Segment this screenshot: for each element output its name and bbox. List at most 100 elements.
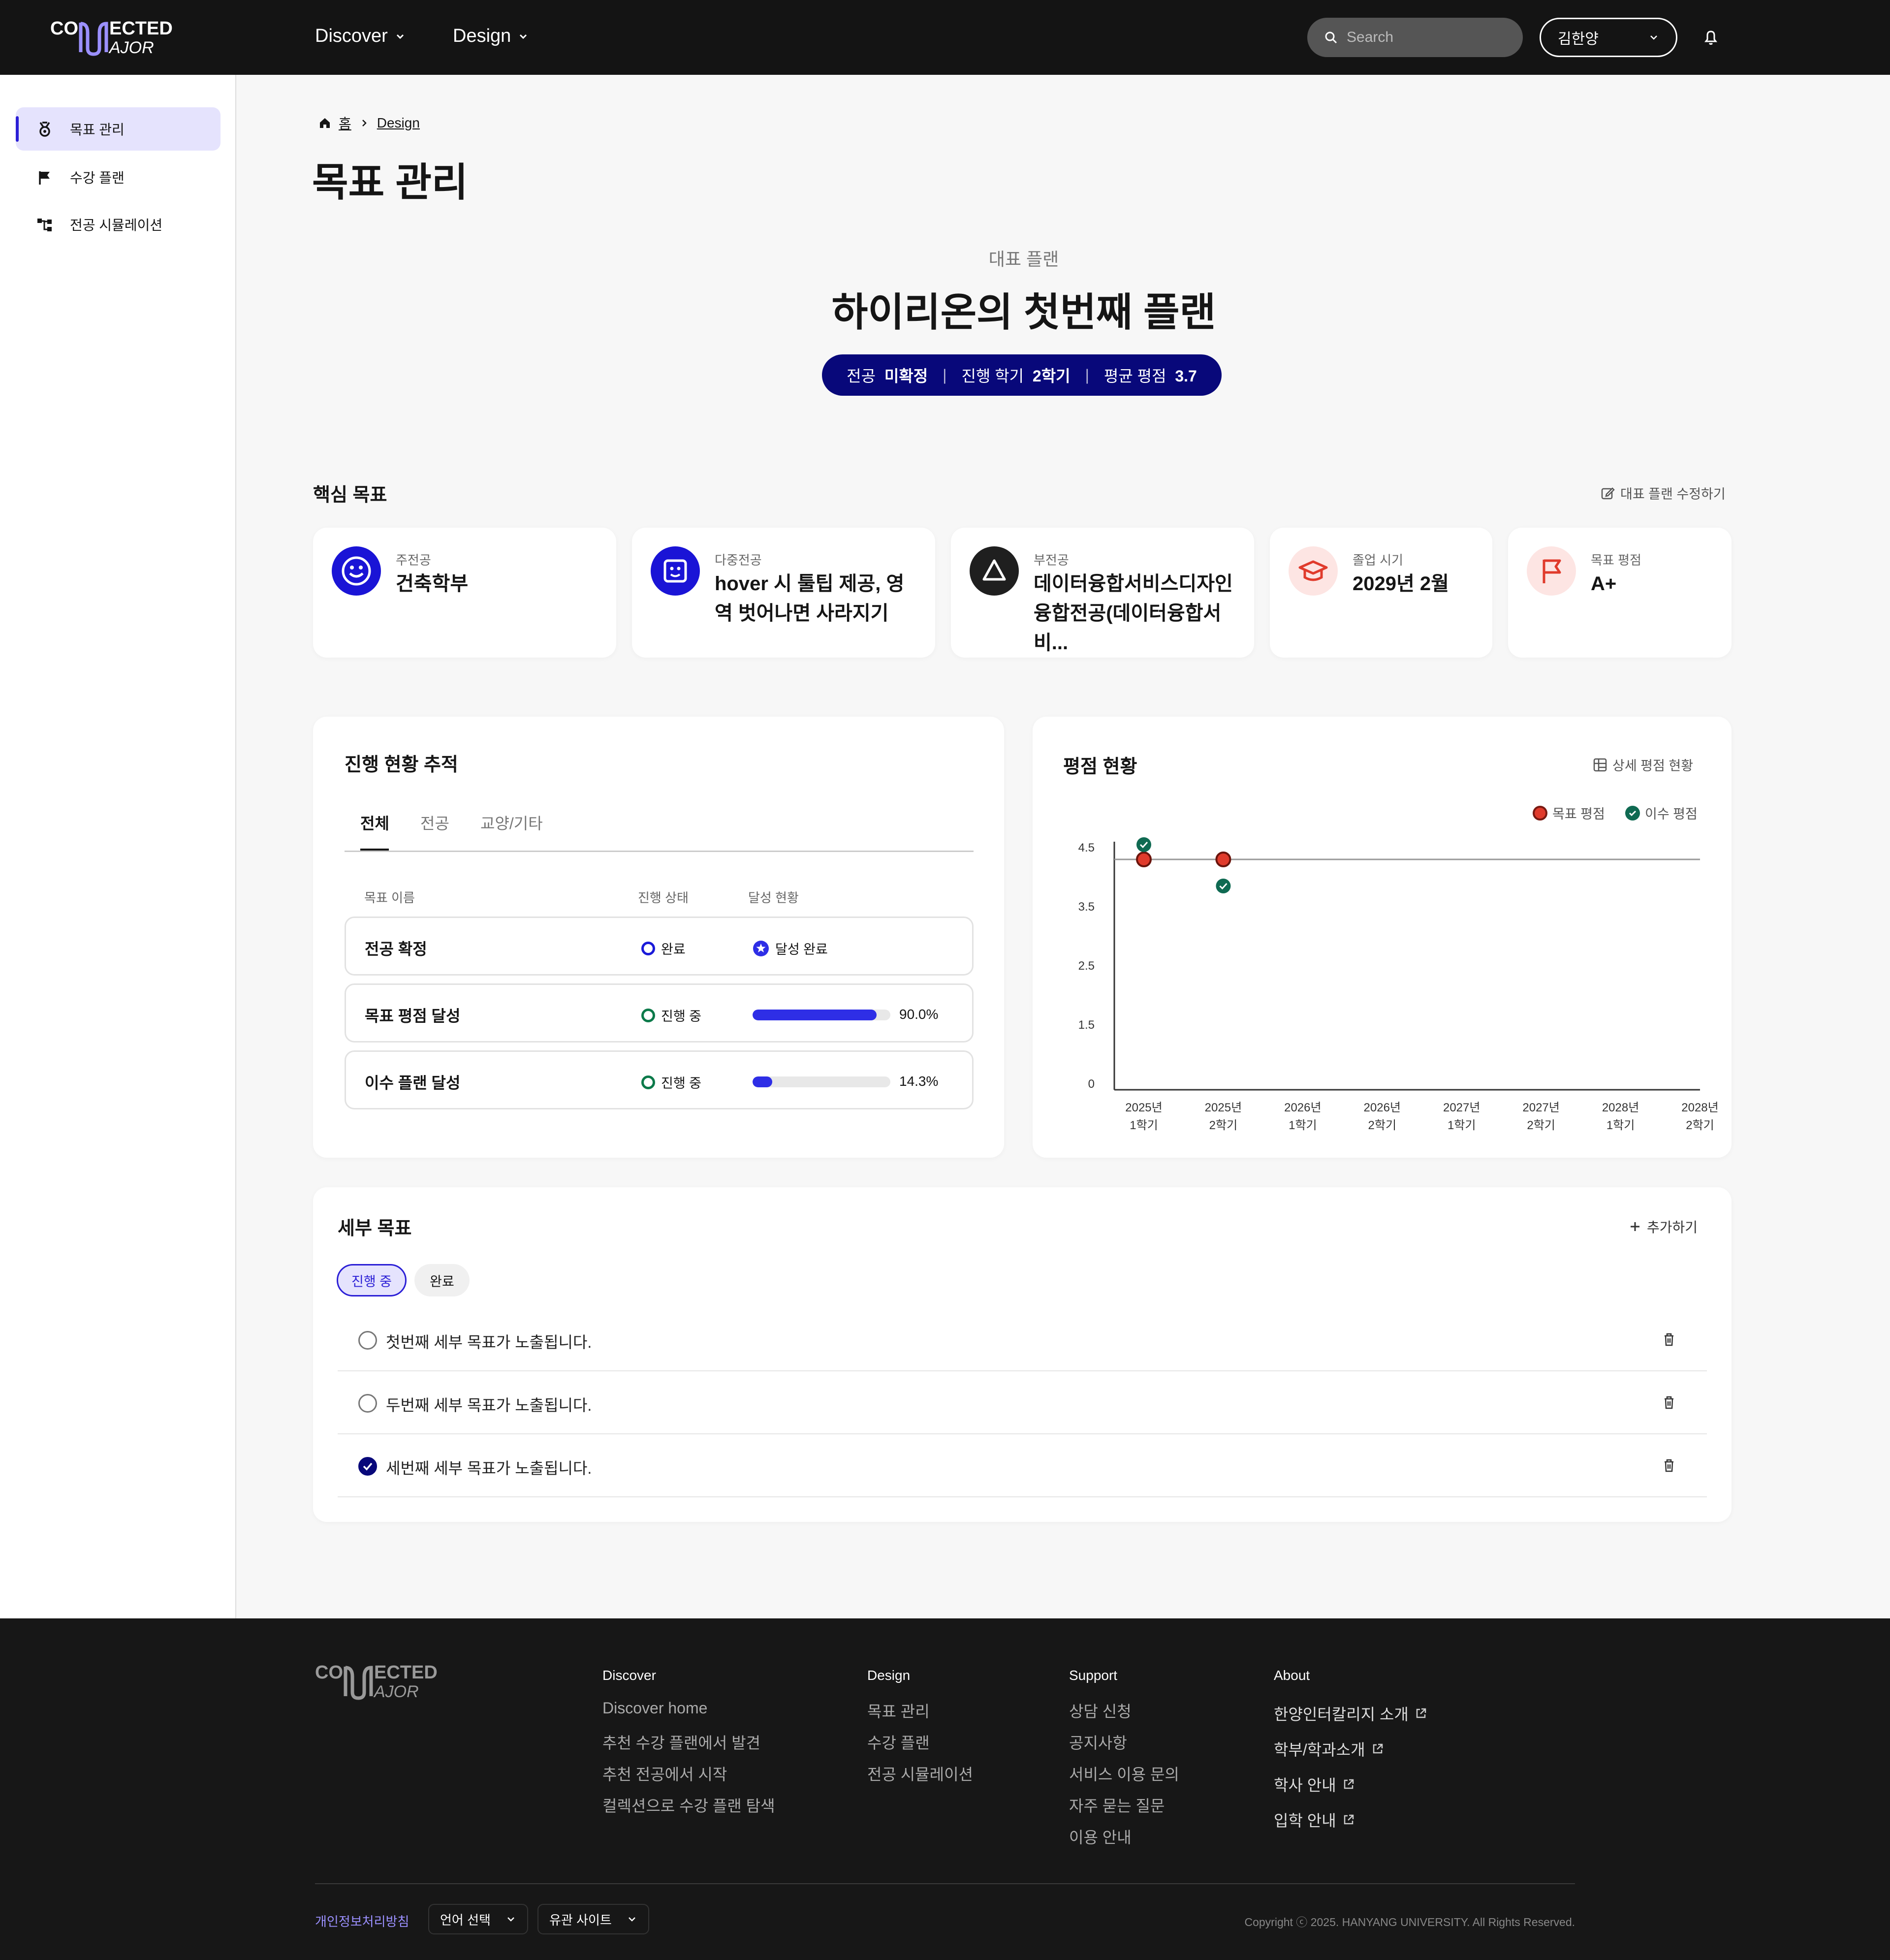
language-select[interactable]: 언어 선택 — [428, 1904, 528, 1934]
grade-chart-svg: 4.5 3.5 2.5 1.5 0 2025년 1학기 2025년 2학기 2026년 1학기 202… — [1078, 837, 1719, 1132]
x-tick-label: 2028년 — [1681, 1101, 1718, 1114]
pill-label: 진행 학기 — [961, 367, 1024, 385]
footer-link[interactable]: 수강 플랜 — [867, 1731, 930, 1753]
x-tick-label: 2학기 — [1368, 1119, 1397, 1132]
x-tick-label: 2028년 — [1602, 1101, 1639, 1114]
add-label: 추가하기 — [1647, 1220, 1698, 1235]
achievement-percent: 14.3% — [899, 1074, 939, 1089]
flag-icon — [39, 171, 50, 185]
breadcrumb-home[interactable]: 홈 — [339, 113, 351, 133]
pill-divider: | — [1085, 366, 1089, 384]
goal-card-graduation: 졸업 시기 2029년 2월 — [1270, 528, 1492, 658]
chevron-down-icon — [396, 34, 404, 39]
filter-in-progress[interactable]: 진행 중 — [337, 1264, 407, 1296]
footer-link[interactable]: Discover home — [602, 1699, 707, 1717]
table-row[interactable]: 이수 플랜 달성 진행 중 14.3% — [345, 1050, 974, 1109]
chevron-down-icon — [1650, 35, 1657, 40]
footer-external-link[interactable]: 한양인터칼리지 소개 — [1274, 1702, 1427, 1725]
target-gpa-point — [1136, 852, 1152, 867]
row-achievement: 달성 완료 — [753, 939, 828, 958]
search-input[interactable]: Search — [1307, 18, 1523, 57]
filter-done[interactable]: 완료 — [414, 1264, 470, 1296]
table-icon — [1593, 758, 1607, 771]
nav-discover-label: Discover — [315, 26, 388, 46]
y-tick-label: 3.5 — [1078, 900, 1095, 914]
footer-link[interactable]: 전공 시뮬레이션 — [867, 1762, 973, 1785]
footer-link[interactable]: 목표 관리 — [867, 1699, 930, 1722]
footer-link[interactable]: 이용 안내 — [1069, 1825, 1132, 1848]
status-ring-icon — [641, 1075, 655, 1089]
flag-icon — [1527, 546, 1576, 596]
footer-link[interactable]: 추천 전공에서 시작 — [602, 1762, 727, 1785]
breadcrumb-current[interactable]: Design — [377, 115, 420, 131]
checkbox[interactable] — [358, 1394, 377, 1413]
sidebar-item-course-plan[interactable]: 수강 플랜 — [16, 156, 220, 199]
privacy-link[interactable]: 개인정보처리방침 — [315, 1912, 409, 1930]
chevron-down-icon — [507, 1917, 514, 1922]
grade-detail-button[interactable]: 상세 평점 현황 — [1593, 755, 1693, 774]
footer-external-link[interactable]: 학사 안내 — [1274, 1773, 1355, 1796]
tab-liberal-arts[interactable]: 교양/기타 — [480, 811, 543, 834]
footer-external-link[interactable]: 학부/학과소개 — [1274, 1738, 1384, 1760]
goal-value: 데이터융합서비스디자인융합전공(데이터융합서비... — [1034, 573, 1233, 654]
check-icon — [1629, 810, 1637, 816]
nav-discover[interactable]: Discover — [315, 26, 406, 47]
sidebar: 목표 관리 수강 플랜 전공 시뮬레이션 — [0, 75, 236, 1618]
pill-major: 전공 미확정 — [847, 364, 928, 386]
footer-link[interactable]: 서비스 이용 문의 — [1069, 1762, 1179, 1785]
external-link-icon — [1416, 1708, 1426, 1718]
y-tick-label: 1.5 — [1078, 1018, 1095, 1032]
table-row[interactable]: 목표 평점 달성 진행 중 90.0% — [345, 983, 974, 1043]
svg-text:ECTED: ECTED — [374, 1662, 438, 1683]
tab-major[interactable]: 전공 — [420, 811, 449, 834]
pill-label: 전공 — [847, 367, 876, 385]
top-header: CO ECTED AJOR Discover Design Search 김한양 — [0, 0, 1890, 75]
tab-all[interactable]: 전체 — [360, 811, 389, 834]
footer-link[interactable]: 공지사항 — [1069, 1731, 1127, 1753]
checkbox-checked[interactable] — [358, 1457, 377, 1476]
edit-plan-button[interactable]: 대표 플랜 수정하기 — [1601, 483, 1726, 503]
sidebar-item-label: 목표 관리 — [70, 122, 125, 137]
notification-button[interactable] — [1701, 28, 1721, 47]
plan-eyebrow: 대표 플랜 — [988, 249, 1059, 269]
external-link-icon — [1344, 1814, 1354, 1825]
related-sites-select[interactable]: 유관 사이트 — [537, 1904, 649, 1934]
footer-logo[interactable]: CO ECTED AJOR — [315, 1662, 443, 1701]
goal-label: 부전공 — [1034, 553, 1069, 568]
trash-icon[interactable] — [1661, 1457, 1677, 1474]
row-status: 완료 — [641, 939, 686, 958]
add-sub-goal-button[interactable]: 추가하기 — [1628, 1217, 1698, 1236]
table-row[interactable]: 전공 확정 완료 달성 완료 — [345, 917, 974, 976]
sidebar-item-major-simulation[interactable]: 전공 시뮬레이션 — [16, 203, 220, 246]
list-item[interactable]: 세번째 세부 목표가 노출됩니다. — [338, 1434, 1707, 1497]
chevron-down-icon — [520, 34, 527, 39]
sidebar-item-goal-management[interactable]: 목표 관리 — [16, 107, 220, 151]
row-status: 진행 중 — [641, 1006, 701, 1025]
footer-link[interactable]: 자주 묻는 질문 — [1069, 1794, 1165, 1816]
list-item[interactable]: 첫번째 세부 목표가 노출됩니다. — [338, 1308, 1707, 1371]
trash-icon[interactable] — [1661, 1331, 1677, 1348]
checkbox[interactable] — [358, 1331, 377, 1350]
x-tick-label: 2학기 — [1209, 1119, 1238, 1132]
plan-title: 하이리온의 첫번째 플랜 — [831, 290, 1216, 334]
graduation-cap-icon — [1289, 546, 1338, 596]
progress-bar-fill — [753, 1010, 877, 1020]
x-tick-label: 2학기 — [1527, 1119, 1555, 1132]
x-tick-label: 1학기 — [1606, 1119, 1635, 1132]
nav-design[interactable]: Design — [453, 26, 529, 47]
star-badge-icon — [753, 940, 769, 956]
x-tick-label: 1학기 — [1130, 1119, 1158, 1132]
logo[interactable]: CO ECTED AJOR — [50, 18, 178, 57]
trash-icon[interactable] — [1661, 1394, 1677, 1411]
footer-link[interactable]: 상담 신청 — [1069, 1699, 1132, 1722]
footer-link[interactable]: 컬렉션으로 수강 플랜 탐색 — [602, 1794, 775, 1816]
user-select[interactable]: 김한양 — [1540, 18, 1677, 57]
status-text: 완료 — [661, 942, 686, 957]
footer-link[interactable]: 추천 수강 플랜에서 발견 — [602, 1731, 760, 1753]
footer-external-link[interactable]: 입학 안내 — [1274, 1808, 1355, 1831]
list-item[interactable]: 두번째 세부 목표가 노출됩니다. — [338, 1371, 1707, 1434]
pill-gpa: 평균 평점 3.7 — [1104, 364, 1197, 386]
row-goal-name: 전공 확정 — [365, 940, 427, 958]
sidebar-item-label: 수강 플랜 — [70, 170, 125, 186]
goal-card-target-gpa: 목표 평점 A+ — [1508, 528, 1732, 658]
